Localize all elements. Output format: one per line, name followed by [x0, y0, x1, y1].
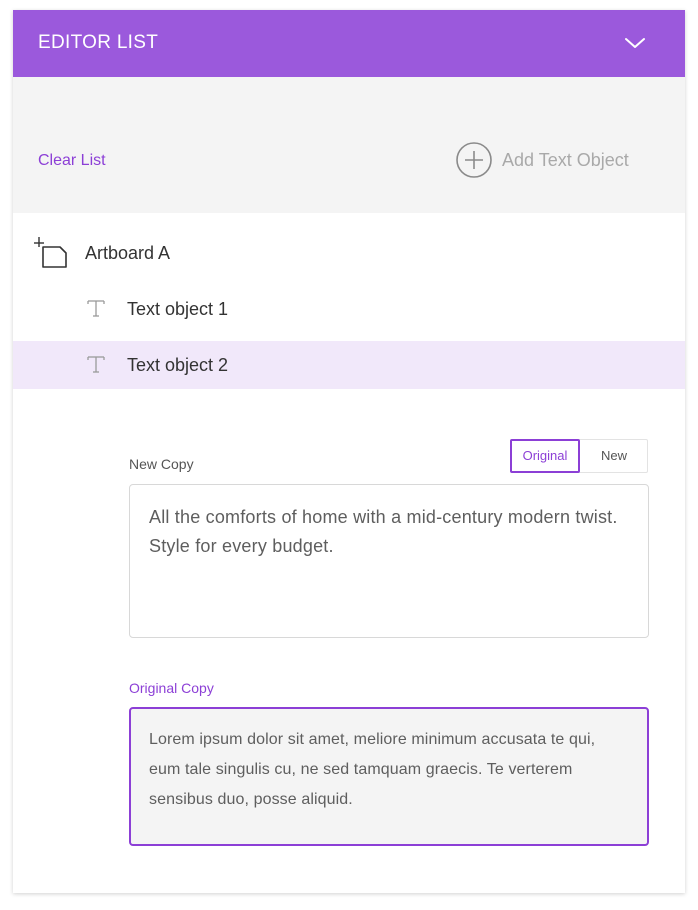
editor-list-panel: EDITOR LIST Clear List Add Text Object A… [13, 10, 685, 893]
chevron-down-icon[interactable] [623, 34, 647, 52]
text-icon [87, 356, 105, 373]
tree-item-text-object-2[interactable]: Text object 2 [13, 341, 685, 389]
clear-list-button[interactable]: Clear List [38, 152, 106, 170]
toggle-new-button[interactable]: New [580, 439, 648, 473]
artboard-label: Artboard A [85, 243, 171, 263]
tree-item-text-object-1[interactable]: Text object 1 [13, 285, 685, 333]
original-copy-label: Original Copy [129, 680, 214, 696]
tree-item-artboard[interactable]: Artboard A [13, 229, 685, 277]
add-text-object-button[interactable]: Add Text Object [455, 141, 629, 179]
text-object-label: Text object 2 [127, 355, 229, 375]
new-copy-textarea[interactable]: All the comforts of home with a mid-cent… [129, 484, 649, 638]
list-toolbar: Clear List Add Text Object [13, 77, 685, 213]
add-text-object-label: Add Text Object [502, 149, 629, 170]
toggle-original-button[interactable]: Original [510, 439, 580, 473]
new-copy-label: New Copy [129, 456, 194, 472]
original-copy-textarea[interactable]: Lorem ipsum dolor sit amet, meliore mini… [129, 707, 649, 846]
artboard-icon [34, 237, 67, 268]
text-object-label: Text object 1 [127, 299, 229, 319]
panel-header: EDITOR LIST [13, 10, 685, 77]
text-icon [87, 300, 105, 317]
plus-circle-icon [456, 142, 492, 178]
copy-version-toggle: Original New [510, 439, 648, 473]
panel-title: EDITOR LIST [38, 32, 159, 53]
